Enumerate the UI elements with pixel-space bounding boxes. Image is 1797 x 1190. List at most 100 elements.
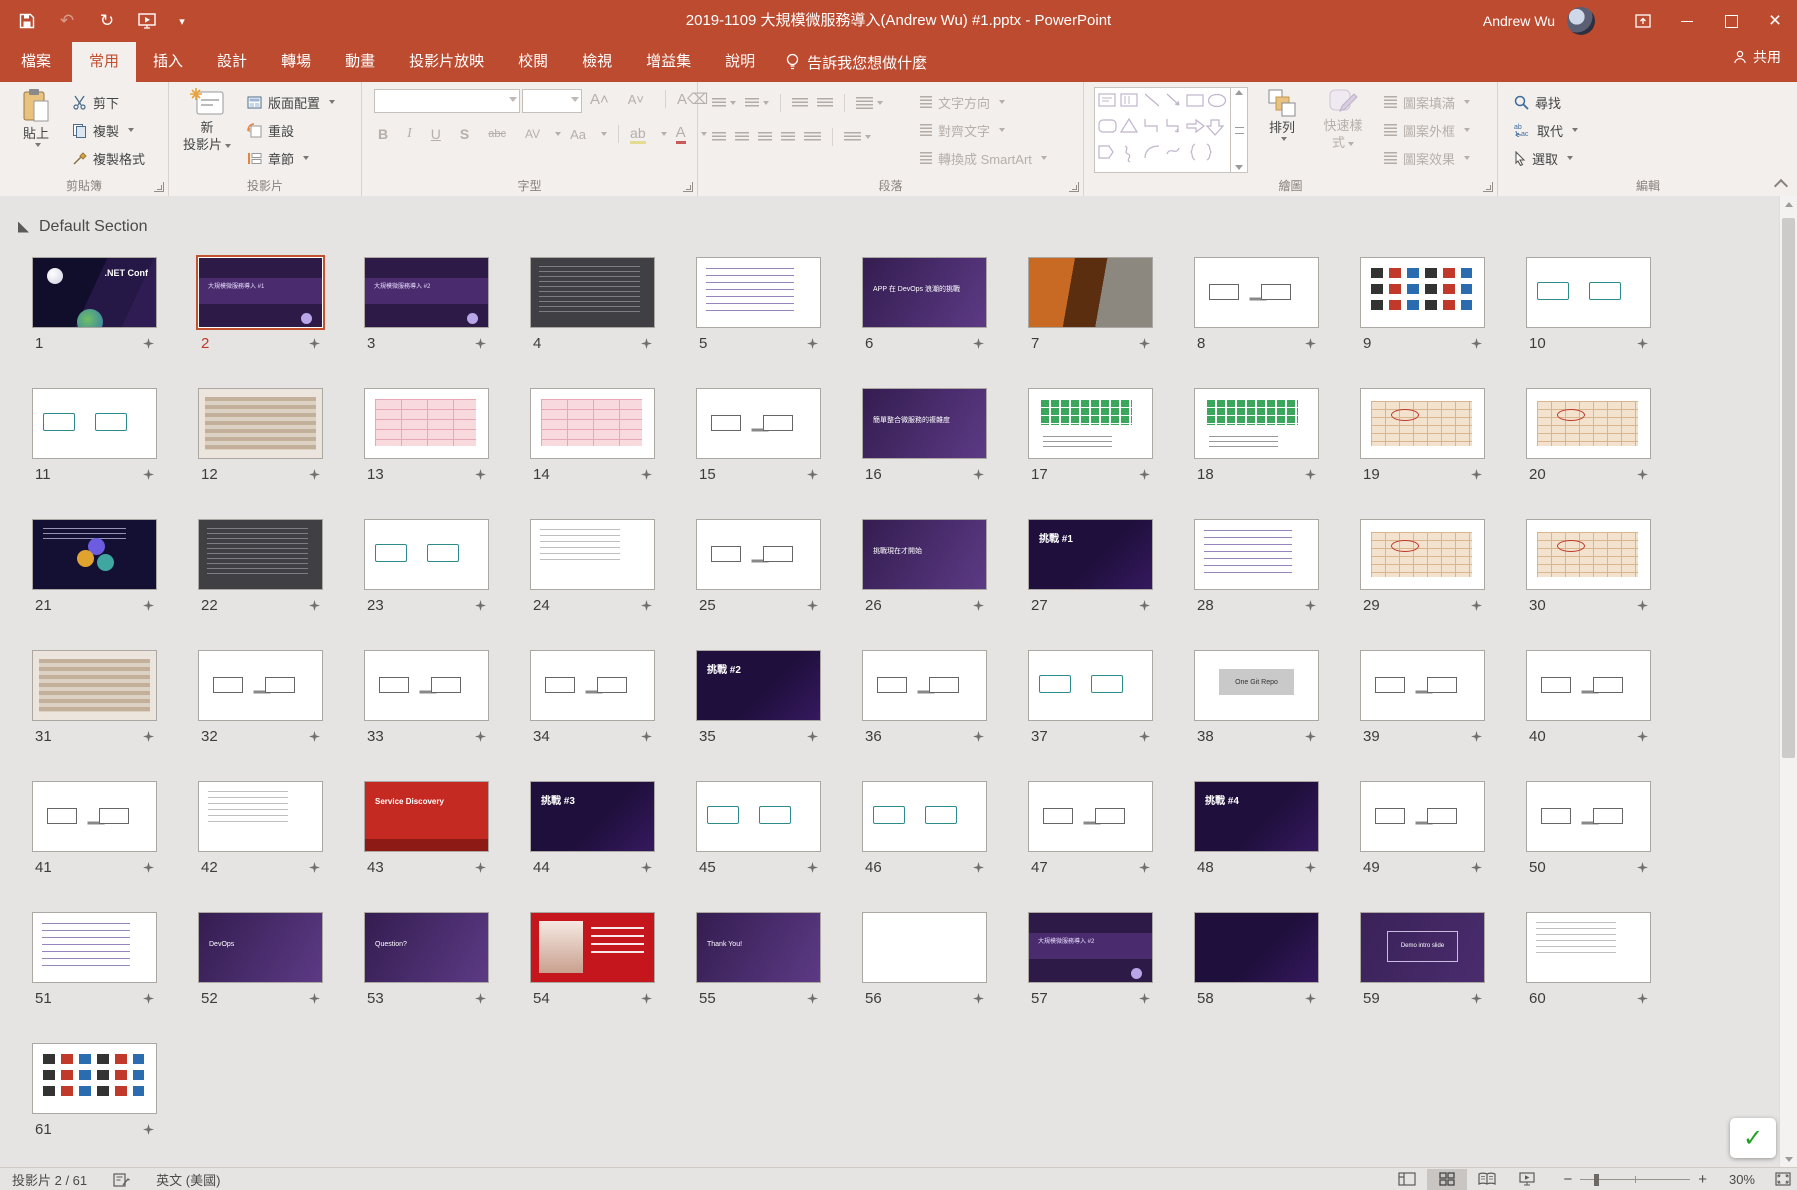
fit-slide-to-window-button[interactable] [1775,1172,1791,1186]
slide-thumbnail[interactable] [1029,782,1152,851]
slide-thumbnail[interactable] [1361,258,1484,327]
slide-cell-25[interactable]: 25 [697,520,820,614]
slide-cell-18[interactable]: 18 [1195,389,1318,483]
slide-cell-14[interactable]: 14 [531,389,654,483]
slide-thumbnail[interactable] [33,913,156,982]
close-button[interactable]: × [1753,0,1797,42]
slide-thumbnail[interactable]: Demo intro slide [1361,913,1484,982]
slide-cell-61[interactable]: 61 [33,1044,156,1138]
slide-thumbnail[interactable] [1361,520,1484,589]
slide-thumbnail[interactable] [1195,520,1318,589]
slide-cell-41[interactable]: 41 [33,782,156,876]
slide-thumbnail[interactable] [33,782,156,851]
slide-thumbnail[interactable] [1029,651,1152,720]
paste-button[interactable]: 貼上 [8,88,64,147]
spell-check-icon[interactable] [113,1172,130,1187]
text-highlight-button[interactable]: ab [630,125,646,144]
slide-thumbnail[interactable] [531,913,654,982]
slide-cell-28[interactable]: 28 [1195,520,1318,614]
format-painter-button[interactable]: 複製格式 [72,146,145,170]
slide-thumbnail[interactable] [1527,258,1650,327]
slide-cell-38[interactable]: One Git Repo38 [1195,651,1318,745]
slide-cell-42[interactable]: 42 [199,782,322,876]
strikethrough-button[interactable]: abc [488,128,506,140]
slide-thumbnail[interactable] [531,520,654,589]
tab-insert[interactable]: 插入 [136,42,200,82]
reset-button[interactable]: 重設 [247,118,294,142]
slide-cell-16[interactable]: 簡單整合微服務的複雜度16 [863,389,986,483]
slide-thumbnail[interactable] [863,913,986,982]
slide-cell-50[interactable]: 50 [1527,782,1650,876]
slide-cell-23[interactable]: 23 [365,520,488,614]
slide-cell-3[interactable]: 大規模微服務導入 #23 [365,258,488,352]
share-button[interactable]: 共用 [1733,47,1781,67]
slide-cell-34[interactable]: 34 [531,651,654,745]
slide-cell-43[interactable]: Service Discovery43 [365,782,488,876]
slide-cell-22[interactable]: 22 [199,520,322,614]
slide-thumbnail[interactable]: 大規模微服務導入 #2 [365,258,488,327]
slide-thumbnail[interactable] [1361,782,1484,851]
character-spacing-button[interactable]: AV [525,127,540,141]
slide-thumbnail[interactable] [697,520,820,589]
slide-cell-7[interactable]: 7 [1029,258,1152,352]
minimize-button[interactable] [1665,0,1709,42]
text-direction-button[interactable]: 文字方向 [920,90,1005,114]
zoom-level[interactable]: 30% [1715,1172,1755,1187]
confirm-check-overlay[interactable]: ✓ [1730,1118,1776,1158]
justify-button[interactable] [781,132,795,142]
slide-thumbnail[interactable]: 挑戰 #4 [1195,782,1318,851]
slide-thumbnail[interactable]: Service Discovery [365,782,488,851]
slide-cell-56[interactable]: 56 [863,913,986,1007]
zoom-out-button[interactable]: − [1563,1171,1572,1188]
underline-button[interactable]: U [431,126,441,142]
avatar[interactable] [1567,7,1595,35]
slide-cell-45[interactable]: 45 [697,782,820,876]
tab-help[interactable]: 說明 [708,42,772,82]
view-normal-button[interactable] [1387,1169,1427,1190]
tab-file[interactable]: 檔案 [0,42,72,82]
vertical-scrollbar[interactable] [1779,196,1797,1168]
convert-smartart-button[interactable]: 轉換成 SmartArt [920,146,1047,170]
change-case-button[interactable]: Aa [570,127,586,142]
distribute-button[interactable] [804,132,821,142]
maximize-button[interactable] [1709,0,1753,42]
slide-cell-54[interactable]: 54 [531,913,654,1007]
collapse-ribbon-button[interactable] [1774,176,1788,190]
slide-cell-11[interactable]: 11 [33,389,156,483]
copy-button[interactable]: 複製 [72,118,134,142]
slide-thumbnail[interactable] [863,651,986,720]
slide-thumbnail[interactable] [199,389,322,458]
slide-thumbnail[interactable] [1361,651,1484,720]
slide-thumbnail[interactable] [1527,913,1650,982]
slide-thumbnail[interactable] [33,520,156,589]
slide-thumbnail[interactable]: APP 在 DevOps 浪潮的挑戰 [863,258,986,327]
tab-design[interactable]: 設計 [200,42,264,82]
slide-thumbnail[interactable] [697,389,820,458]
slide-cell-5[interactable]: 5 [697,258,820,352]
shapes-scroll[interactable] [1230,88,1247,172]
section-header[interactable]: Default Section [18,218,148,236]
slide-cell-13[interactable]: 13 [365,389,488,483]
columns-button[interactable] [844,132,861,142]
slide-cell-1[interactable]: .NET Conf1 [33,258,156,352]
view-slide-sorter-button[interactable] [1427,1169,1467,1190]
bold-button[interactable]: B [378,126,388,142]
slide-thumbnail[interactable] [697,258,820,327]
slide-thumbnail[interactable]: Question? [365,913,488,982]
slide-cell-26[interactable]: 挑戰現在才開始26 [863,520,986,614]
shape-outline-button[interactable]: 圖案外框 [1384,118,1470,142]
slide-thumbnail[interactable] [365,520,488,589]
slide-cell-30[interactable]: 30 [1527,520,1650,614]
paragraph-dialog-launcher[interactable] [1069,182,1079,192]
slide-cell-47[interactable]: 47 [1029,782,1152,876]
bullets-button[interactable] [712,98,726,108]
slide-cell-36[interactable]: 36 [863,651,986,745]
slide-thumbnail[interactable]: DevOps [199,913,322,982]
slide-cell-2[interactable]: 大規模微服務導入 #12 [199,258,322,352]
slide-cell-48[interactable]: 挑戰 #448 [1195,782,1318,876]
tab-review[interactable]: 校閱 [501,42,565,82]
tab-addins[interactable]: 增益集 [629,42,708,82]
slide-thumbnail[interactable] [33,651,156,720]
italic-button[interactable]: I [407,126,412,142]
shadow-button[interactable]: S [460,126,469,142]
